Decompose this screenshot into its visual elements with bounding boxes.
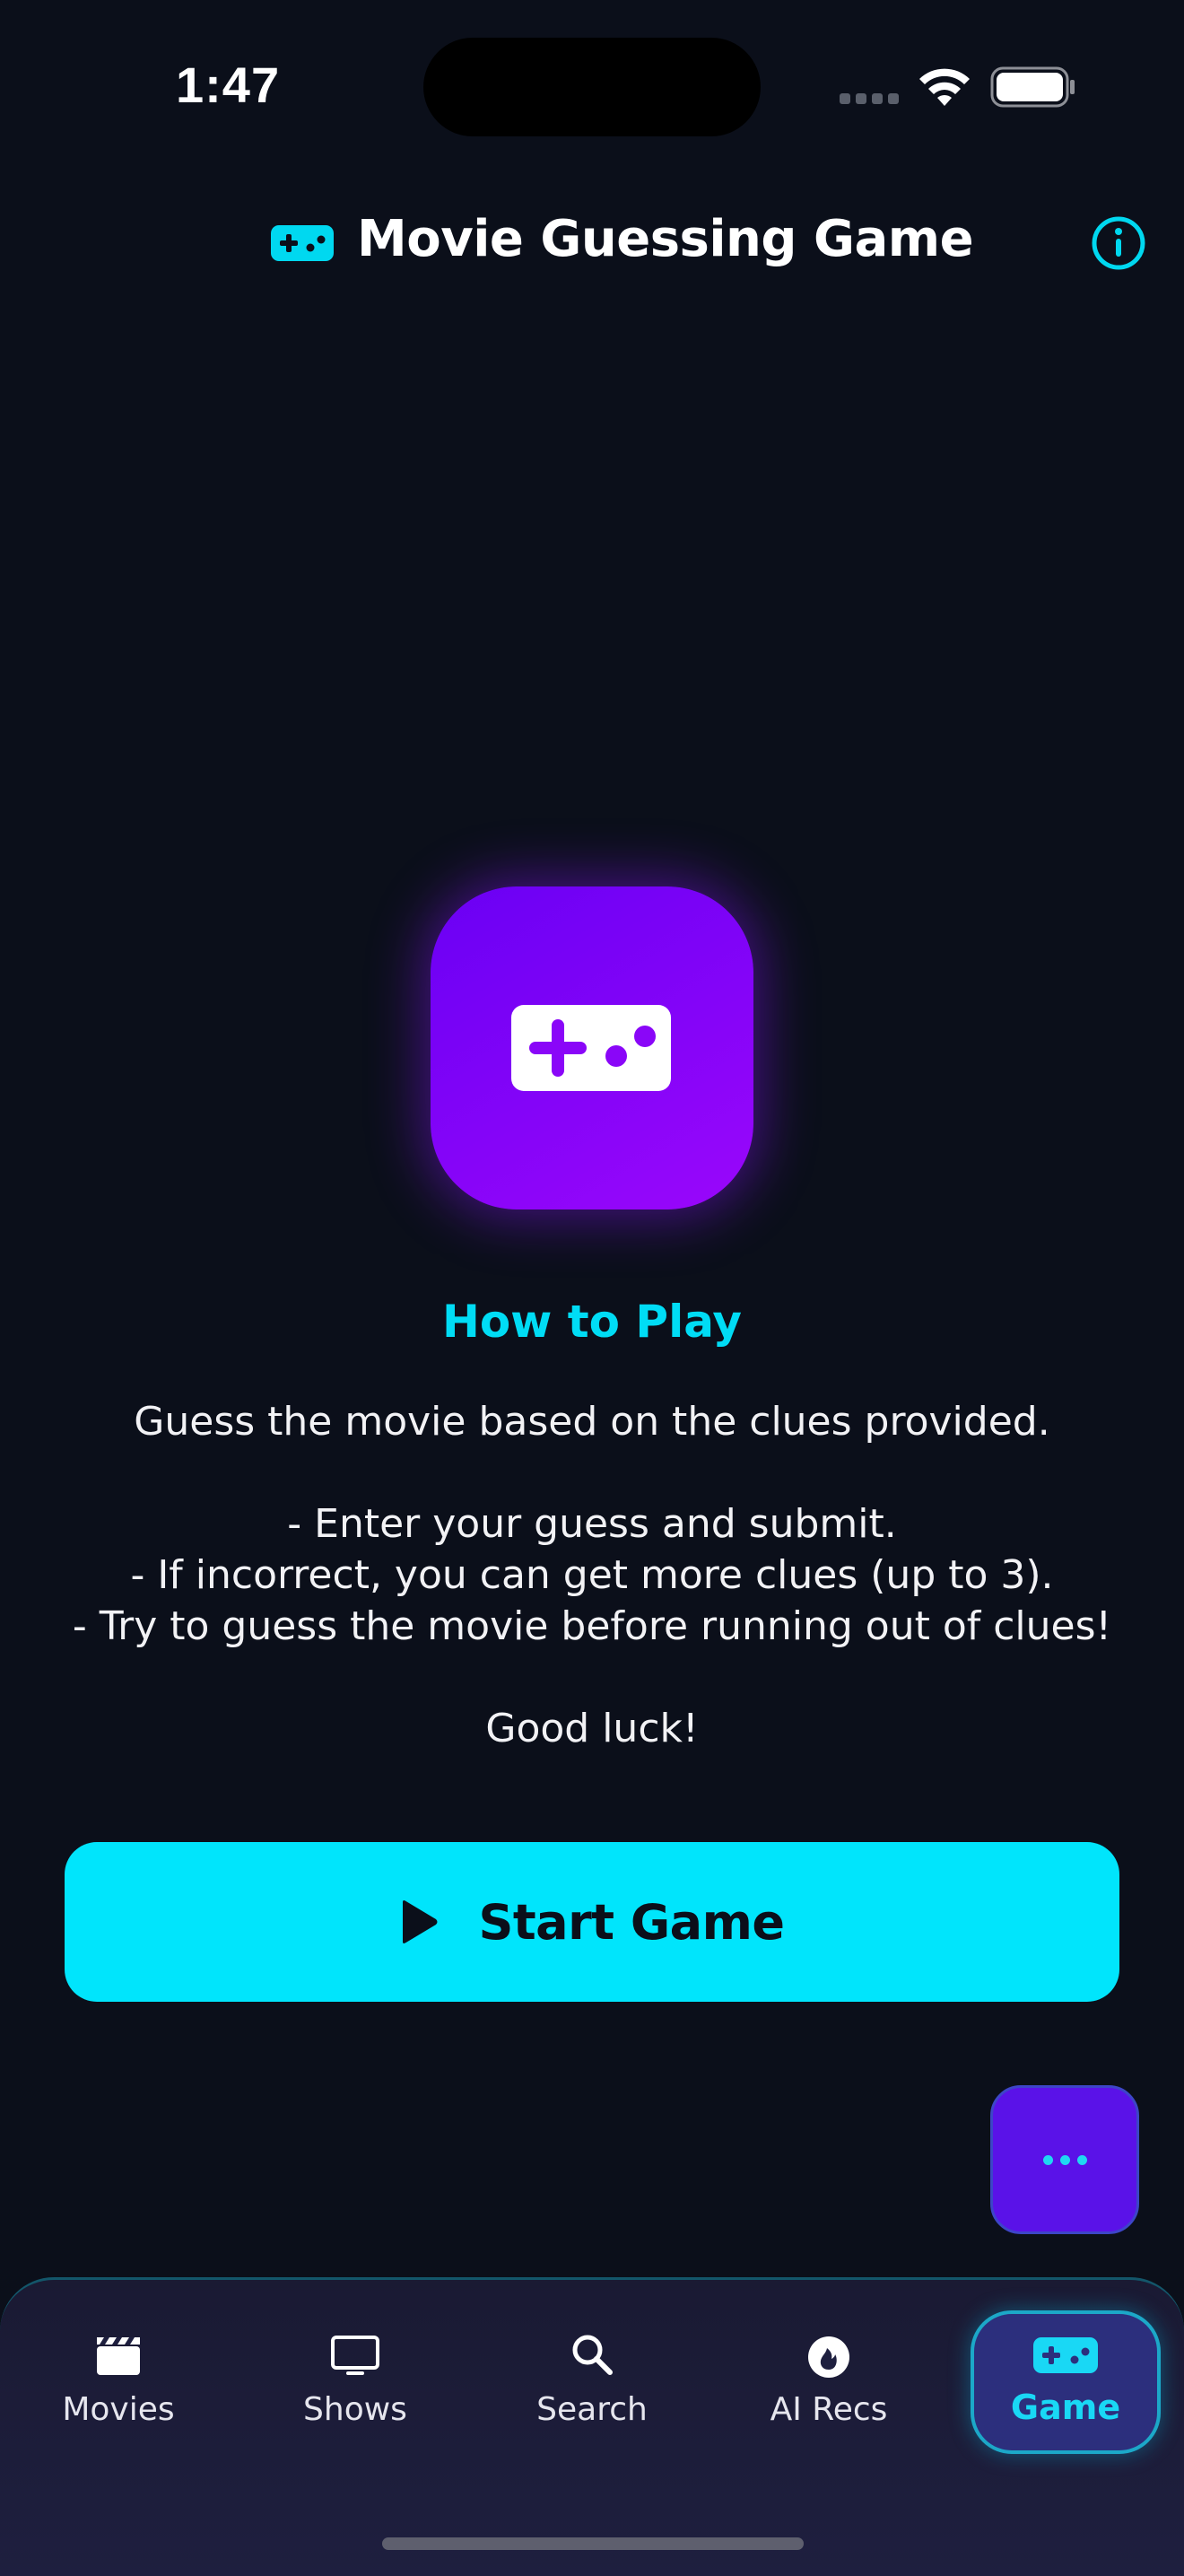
navigation-header: Movie Guessing Game [0,197,1184,287]
tab-movies[interactable]: Movies [29,2330,208,2456]
tab-bar: Movies Shows Search AI Recs Game [0,2277,1184,2576]
more-dots-icon [1042,2154,1053,2165]
instruction-step: - Enter your guess and submit. [287,1501,897,1547]
tab-label: Movies [62,2391,175,2428]
more-options-button[interactable] [990,2085,1139,2234]
gamecontroller-icon [271,225,334,261]
instructions-closing: Good luck! [485,1706,699,1751]
tab-ai-recs[interactable]: AI Recs [739,2330,918,2456]
tab-search[interactable]: Search [502,2330,682,2456]
play-icon [403,1900,438,1943]
instructions-intro: Guess the movie based on the clues provi… [134,1399,1050,1445]
start-game-button[interactable]: Start Game [65,1842,1119,2002]
tab-label: AI Recs [770,2391,888,2428]
info-circle-icon[interactable] [1091,215,1146,271]
tab-label: Shows [303,2391,407,2428]
search-icon [572,2335,613,2375]
dynamic-island [423,38,761,136]
hero-game-tile [431,886,753,1209]
gamecontroller-icon [1033,2337,1098,2373]
instructions-text: Guess the movie based on the clues provi… [54,1396,1130,1754]
tab-label: Search [536,2391,648,2428]
instruction-step: - Try to guess the movie before running … [72,1603,1112,1649]
home-indicator [382,2537,804,2550]
tab-game[interactable]: Game [971,2310,1161,2454]
status-time: 1:47 [176,57,281,113]
cellular-signal-icon [840,93,901,106]
clapperboard-icon [97,2337,140,2375]
tab-label: Game [1010,2388,1121,2427]
status-bar: 1:47 [0,0,1184,170]
page-title: Movie Guessing Game [357,210,974,268]
tab-shows[interactable]: Shows [266,2330,445,2456]
battery-icon [990,66,1075,108]
instruction-step: - If incorrect, you can get more clues (… [130,1552,1054,1598]
wifi-icon [919,68,970,106]
flame-icon [808,2336,849,2378]
gamecontroller-icon [511,1005,671,1091]
tv-icon [331,2336,379,2375]
start-game-label: Start Game [478,1893,785,1951]
how-to-play-title: How to Play [441,1296,743,1348]
